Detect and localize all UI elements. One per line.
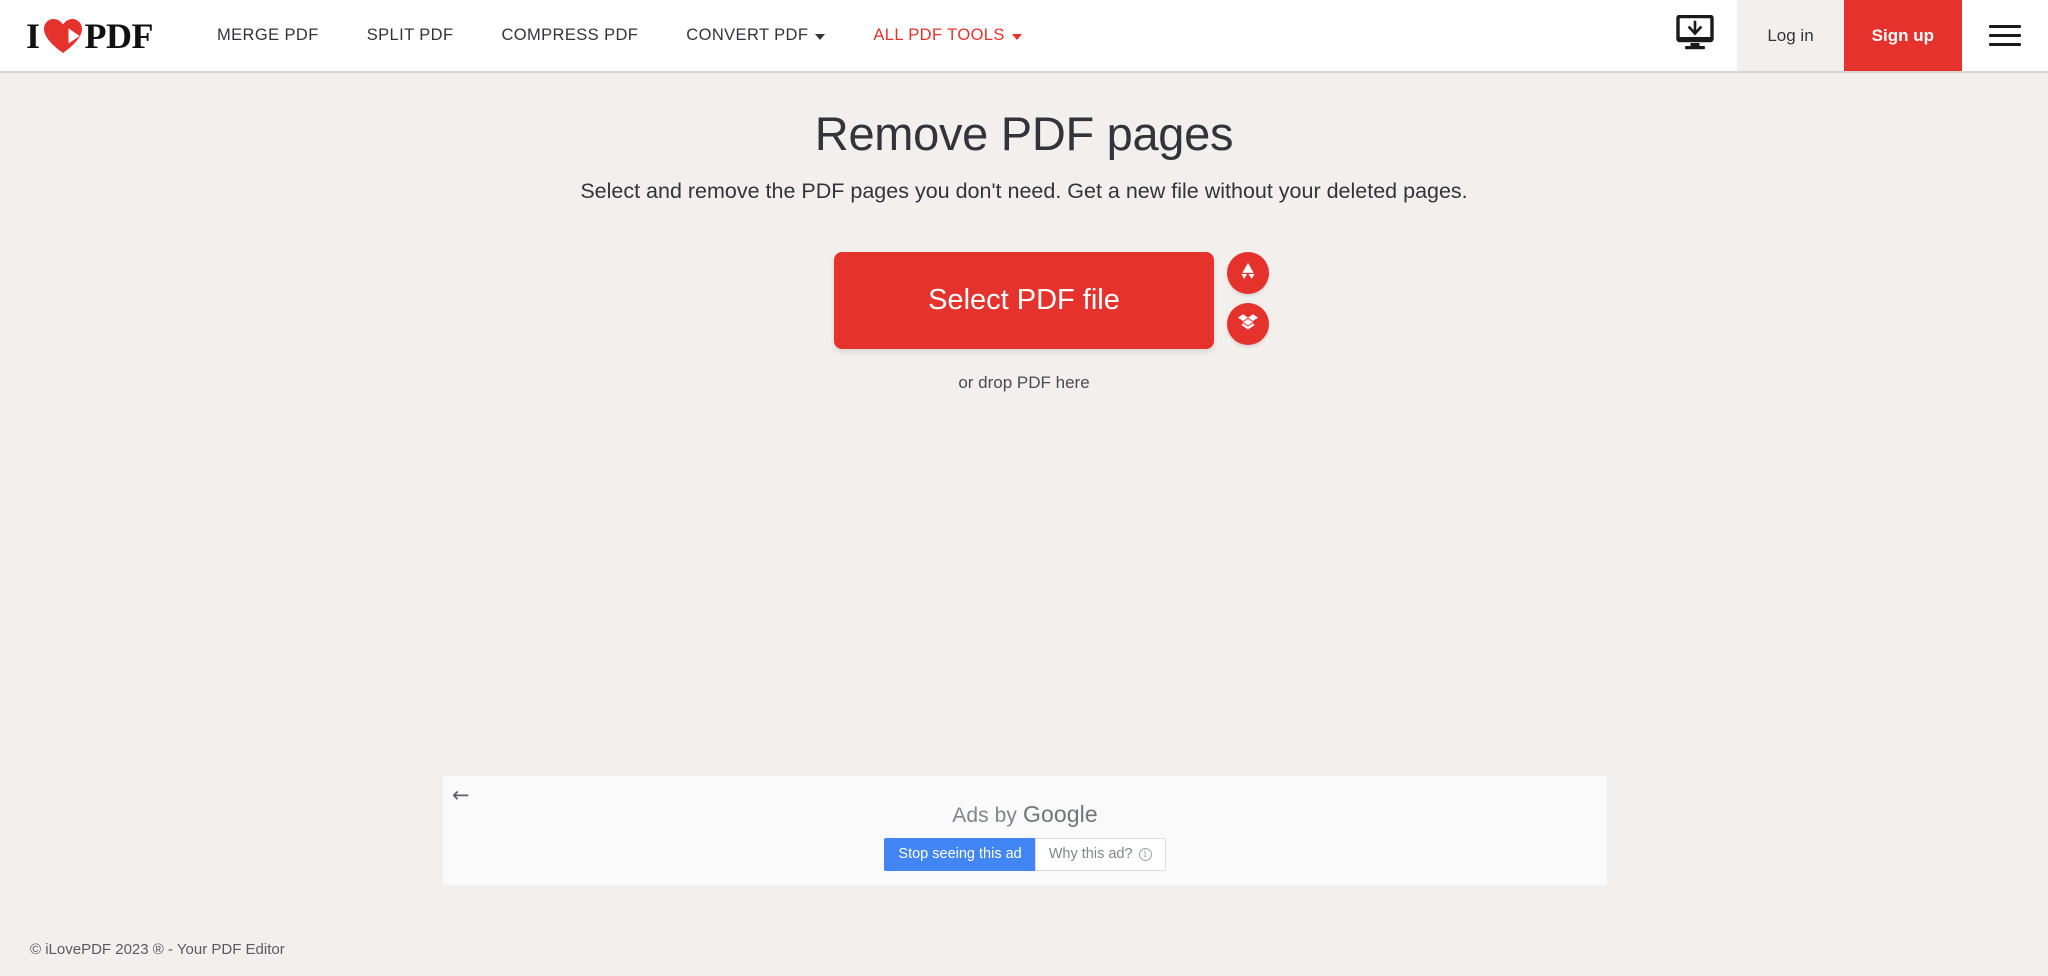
cloud-upload-buttons [1227, 252, 1269, 346]
nav-label: COMPRESS PDF [501, 26, 639, 44]
page-subtitle: Select and remove the PDF pages you don'… [580, 178, 1468, 203]
google-drive-upload-button[interactable] [1227, 252, 1269, 295]
stop-seeing-this-ad-button[interactable]: Stop seeing this ad [884, 838, 1035, 872]
signup-button[interactable]: Sign up [1843, 0, 1962, 71]
why-this-ad-button[interactable]: Why this ad? i [1034, 838, 1166, 872]
logo-letter-i: I [26, 15, 40, 56]
dropbox-upload-button[interactable] [1227, 303, 1269, 346]
ilovepdf-logo: I PDF [26, 15, 154, 56]
ad-action-buttons: Stop seeing this ad Why this ad? i [443, 838, 1607, 872]
ads-by-google-label: Ads by Google [443, 776, 1607, 828]
site-header: I PDF MERGE PDF SPLIT PDF COMPRESS PDF C… [0, 0, 2048, 73]
page-title: Remove PDF pages [814, 107, 1234, 160]
nav-label: ALL PDF TOOLS [873, 26, 1005, 44]
logo-link[interactable]: I PDF [0, 0, 173, 71]
nav-item-all-pdf-tools[interactable]: ALL PDF TOOLS [849, 0, 1045, 71]
google-brand-word: Google [1022, 801, 1098, 827]
burger-bar [1989, 43, 2021, 46]
why-this-ad-label: Why this ad? [1048, 846, 1133, 862]
login-label: Log in [1767, 25, 1814, 45]
chevron-down-icon [1011, 33, 1022, 40]
signup-label: Sign up [1871, 25, 1934, 45]
login-button[interactable]: Log in [1737, 0, 1844, 71]
nav-label: CONVERT PDF [686, 26, 809, 44]
nav-item-compress-pdf[interactable]: COMPRESS PDF [477, 0, 662, 71]
nav-label: SPLIT PDF [366, 26, 454, 44]
burger-bar [1989, 34, 2021, 37]
file-select-area: Select PDF file [834, 252, 1269, 350]
desktop-download-icon [1676, 14, 1718, 56]
hamburger-menu-icon[interactable] [1962, 0, 2048, 71]
dropbox-icon [1237, 312, 1259, 337]
ad-back-arrow-icon[interactable]: ← [452, 785, 470, 806]
nav-label: MERGE PDF [217, 26, 319, 44]
burger-bar [1989, 25, 2021, 28]
main-navigation: MERGE PDF SPLIT PDF COMPRESS PDF CONVERT… [193, 0, 1046, 71]
drop-file-hint: or drop PDF here [958, 373, 1090, 393]
copyright-text: © iLovePDF 2023 ® - Your PDF Editor [30, 941, 285, 958]
footer: © iLovePDF 2023 ® - Your PDF Editor [0, 941, 2048, 976]
nav-item-split-pdf[interactable]: SPLIT PDF [343, 0, 478, 71]
select-pdf-file-button[interactable]: Select PDF file [834, 252, 1214, 350]
header-right-actions: Log in Sign up [1657, 0, 2048, 71]
google-drive-icon [1237, 261, 1259, 286]
chevron-down-icon [815, 33, 826, 40]
main-content: Remove PDF pages Select and remove the P… [0, 73, 2048, 976]
google-ad-panel: ← Ads by Google Stop seeing this ad Why … [443, 776, 1607, 885]
ads-by-prefix: Ads by [952, 804, 1023, 827]
desktop-app-download-button[interactable] [1657, 0, 1738, 71]
logo-text-pdf: PDF [84, 15, 154, 56]
heart-page-icon [43, 18, 83, 54]
nav-item-merge-pdf[interactable]: MERGE PDF [193, 0, 343, 71]
info-icon: i [1138, 848, 1152, 862]
nav-item-convert-pdf[interactable]: CONVERT PDF [662, 0, 849, 71]
